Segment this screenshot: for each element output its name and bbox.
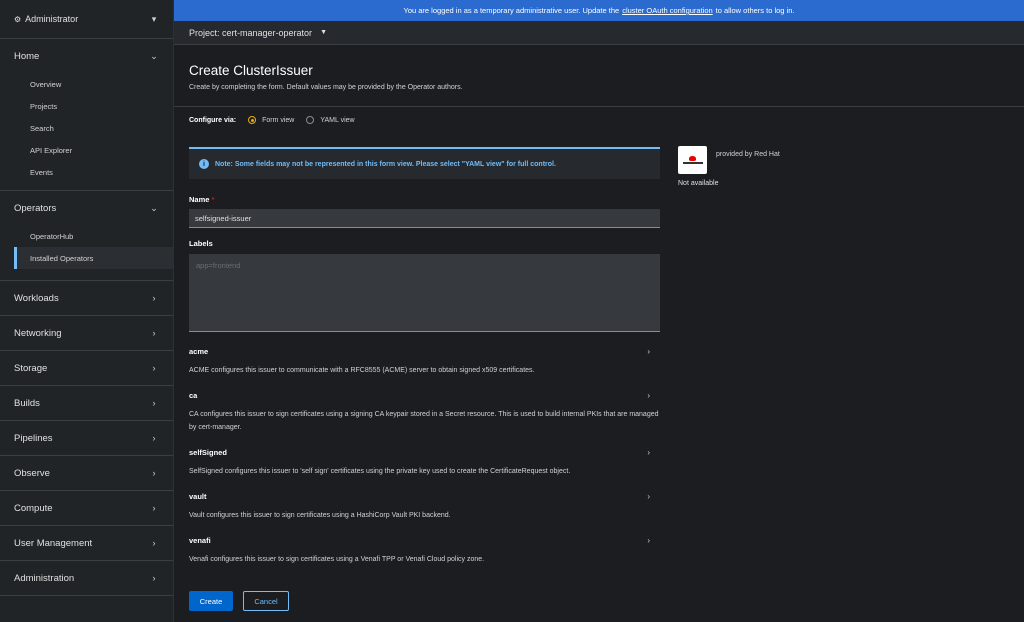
info-alert: i Note: Some fields may not be represent…: [189, 147, 660, 179]
labels-label: Labels: [189, 239, 213, 248]
project-selector[interactable]: Project: cert-manager-operator: [189, 28, 312, 38]
nav-section-workloads[interactable]: Workloads ›: [0, 281, 173, 316]
red-hat-logo: [678, 146, 707, 174]
banner-suffix: to allow others to log in.: [715, 6, 795, 15]
nav-section-compute[interactable]: Compute ›: [0, 491, 173, 526]
sidebar: ⚙ Administrator ▾ Home ⌄ Overview Projec…: [0, 0, 174, 622]
labels-placeholder: app=frontend: [196, 261, 241, 270]
field-group-venafi[interactable]: venafi › Venafi configures this issuer to…: [189, 536, 660, 566]
nav-item-projects[interactable]: Projects: [0, 95, 173, 117]
chevron-right-icon[interactable]: ›: [647, 391, 650, 400]
chevron-right-icon: ›: [152, 328, 156, 338]
banner-prefix: You are logged in as a temporary adminis…: [403, 6, 620, 15]
chevron-right-icon: ›: [152, 538, 156, 548]
nav-section-administration[interactable]: Administration ›: [0, 561, 173, 596]
page-description: Create by completing the form. Default v…: [189, 84, 463, 91]
nav-section-operators[interactable]: Operators ⌄: [0, 191, 173, 225]
page-title: Create ClusterIssuer: [189, 63, 313, 78]
chevron-down-icon: ⌄: [150, 202, 158, 213]
required-marker: *: [211, 195, 215, 204]
caret-down-icon[interactable]: ▼: [320, 29, 327, 36]
chevron-right-icon: ›: [152, 433, 156, 443]
form-view-label[interactable]: Form view: [262, 117, 294, 124]
provider-status: Not available: [678, 180, 719, 187]
cogs-icon: ⚙: [14, 14, 22, 24]
nav-item-events[interactable]: Events: [0, 161, 173, 183]
chevron-right-icon[interactable]: ›: [647, 347, 650, 356]
cancel-button[interactable]: Cancel: [243, 591, 289, 611]
nav-item-search[interactable]: Search: [0, 117, 173, 139]
chevron-right-icon: ›: [152, 293, 156, 303]
field-group-selfsigned[interactable]: selfSigned › SelfSigned configures this i…: [189, 448, 660, 478]
yaml-view-radio[interactable]: [306, 116, 315, 124]
nav-section-networking[interactable]: Networking ›: [0, 316, 173, 351]
name-label: Name *: [189, 195, 215, 204]
perspective-switcher[interactable]: ⚙ Administrator ▾: [0, 0, 173, 39]
chevron-right-icon: ›: [152, 573, 156, 583]
logo-hat-shape: [689, 156, 696, 161]
nav-item-installed-operators[interactable]: Installed Operators: [14, 247, 173, 269]
yaml-view-label[interactable]: YAML view: [320, 117, 354, 124]
form-view-radio[interactable]: [248, 116, 257, 124]
labels-input[interactable]: app=frontend: [189, 254, 660, 332]
provider-logo: [678, 146, 707, 174]
create-button[interactable]: Create: [189, 591, 233, 611]
project-bar: Project: cert-manager-operator ▼: [174, 21, 1024, 45]
nav-section-builds[interactable]: Builds ›: [0, 386, 173, 421]
chevron-right-icon: ›: [152, 503, 156, 513]
info-circle-icon: i: [199, 159, 209, 169]
chevron-right-icon[interactable]: ›: [647, 536, 650, 545]
nav-group-operators: Operators ⌄ OperatorHub Installed Operat…: [0, 191, 173, 281]
configure-via: Configure via: Form view YAML view: [189, 116, 367, 124]
nav-item-operatorhub[interactable]: OperatorHub: [0, 225, 173, 247]
provided-by: provided by Red Hat: [716, 151, 780, 158]
nav-item-overview[interactable]: Overview: [0, 73, 173, 95]
nav-group-home: Home ⌄ Overview Projects Search API Expl…: [0, 39, 173, 191]
chevron-right-icon: ›: [152, 363, 156, 373]
chevron-right-icon: ›: [152, 468, 156, 478]
alert-text: Note: Some fields may not be represented…: [215, 160, 556, 168]
nav-section-storage[interactable]: Storage ›: [0, 351, 173, 386]
perspective-label: Administrator: [25, 14, 79, 24]
nav-section-pipelines[interactable]: Pipelines ›: [0, 421, 173, 456]
chevron-right-icon: ›: [152, 398, 156, 408]
nav-section-user-management[interactable]: User Management ›: [0, 526, 173, 561]
main-content: Create ClusterIssuer Create by completin…: [174, 45, 1024, 622]
divider: [174, 106, 1024, 107]
field-group-vault[interactable]: vault › Vault configures this issuer to s…: [189, 492, 660, 522]
oauth-config-link[interactable]: cluster OAuth configuration: [622, 6, 712, 15]
field-group-ca[interactable]: ca › CA configures this issuer to sign ce…: [189, 391, 660, 434]
nav-item-api-explorer[interactable]: API Explorer: [0, 139, 173, 161]
field-group-acme[interactable]: acme › ACME configures this issuer to com…: [189, 347, 660, 377]
configure-via-label: Configure via:: [189, 116, 237, 124]
nav-section-observe[interactable]: Observe ›: [0, 456, 173, 491]
name-input[interactable]: [189, 209, 660, 228]
chevron-right-icon[interactable]: ›: [647, 492, 650, 501]
chevron-down-icon: ⌄: [150, 50, 158, 61]
nav-section-home[interactable]: Home ⌄: [0, 39, 173, 73]
chevron-down-icon: ▾: [151, 13, 157, 24]
temporary-admin-banner: You are logged in as a temporary adminis…: [174, 0, 1024, 21]
chevron-right-icon[interactable]: ›: [647, 448, 650, 457]
logo-wordmark-shape: [683, 162, 703, 164]
